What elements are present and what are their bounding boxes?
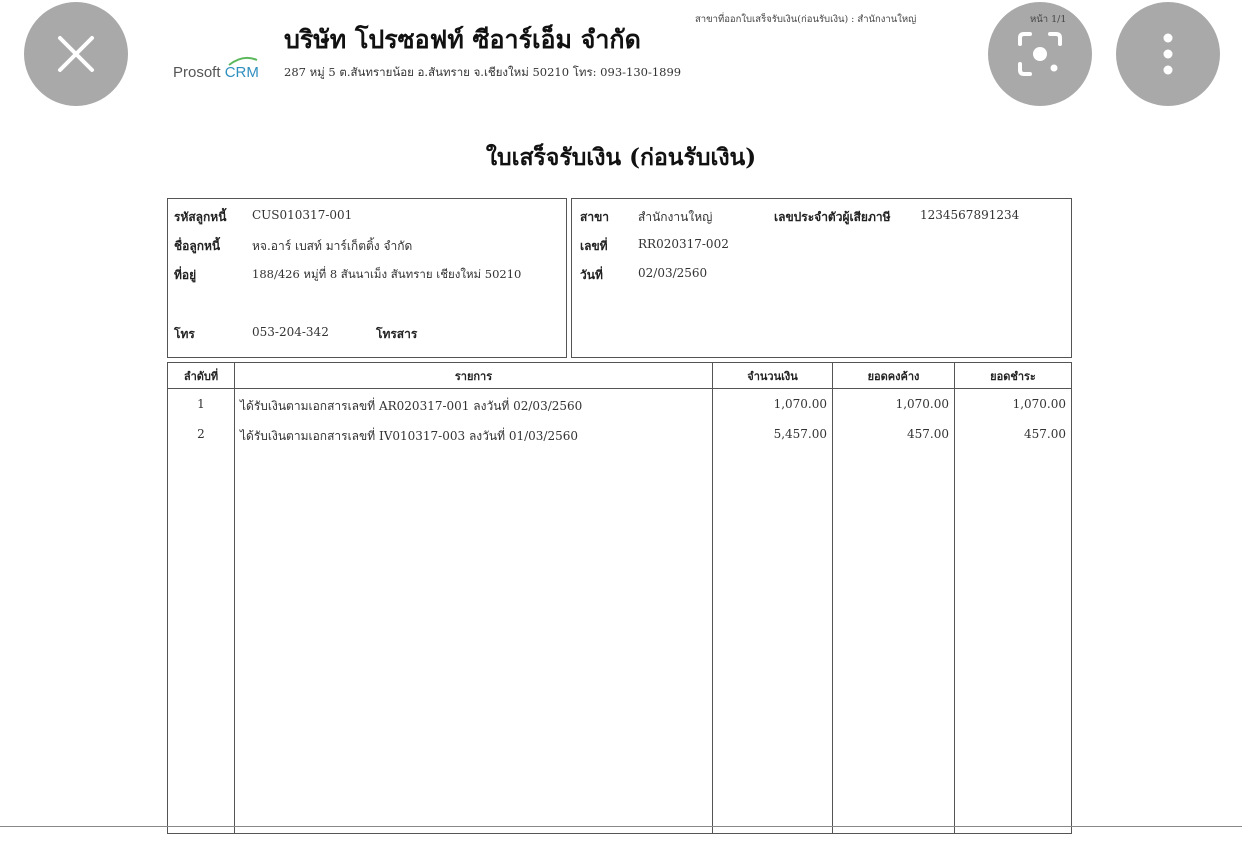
- customer-name: หจ.อาร์ เบสท์ มาร์เก็ตติ้ง จำกัด: [252, 239, 413, 253]
- company-name: บริษัท โปรซอฟท์ ซีอาร์เอ็ม จำกัด: [284, 25, 641, 54]
- receipt-number: RR020317-002: [638, 237, 729, 251]
- close-icon: [58, 36, 94, 72]
- branch-value: สำนักงานใหญ่: [638, 210, 713, 224]
- tax-id-label: เลขประจำตัวผู้เสียภาษี: [774, 210, 891, 224]
- table-row-outstanding: 457.00: [907, 427, 949, 441]
- more-options-button[interactable]: [1116, 2, 1220, 106]
- customer-phone: 053-204-342: [252, 325, 329, 339]
- table-row-outstanding: 1,070.00: [895, 397, 949, 411]
- logo-prefix: Prosoft: [173, 64, 221, 81]
- more-vertical-icon: [1163, 33, 1173, 75]
- bottom-divider: [0, 826, 1242, 827]
- table-row-no: 2: [197, 427, 205, 441]
- header-outstanding: ยอดคงค้าง: [867, 370, 920, 383]
- table-row-no: 1: [197, 397, 205, 411]
- receipt-info-box: สาขา สำนักงานใหญ่ เลขประจำตัวผู้เสียภาษี…: [571, 198, 1072, 358]
- receipt-date: 02/03/2560: [638, 266, 708, 280]
- customer-code-label: รหัสลูกหนี้: [174, 210, 227, 224]
- issuing-branch: สาขาที่ออกใบเสร็จรับเงิน(ก่อนรับเงิน) : …: [695, 14, 917, 25]
- receipt-date-label: วันที่: [580, 268, 603, 282]
- header-item: รายการ: [454, 370, 493, 383]
- header-paid: ยอดชำระ: [990, 370, 1036, 383]
- table-row-item: ได้รับเงินตามเอกสารเลขที่ AR020317-001 ล…: [240, 399, 583, 413]
- customer-fax-label: โทรสาร: [376, 327, 418, 341]
- table-row-paid: 457.00: [1024, 427, 1066, 441]
- page-number: หน้า 1/1: [1030, 14, 1067, 25]
- table-row-paid: 1,070.00: [1012, 397, 1066, 411]
- line-items-table: ลำดับที่ รายการ จำนวนเงิน ยอดคงค้าง ยอดช…: [167, 362, 1072, 834]
- customer-address-label: ที่อยู่: [174, 268, 197, 282]
- receipt-number-label: เลขที่: [580, 239, 608, 253]
- branch-label: สาขา: [580, 210, 610, 224]
- header-amount: จำนวนเงิน: [747, 370, 798, 383]
- company-address: 287 หมู่ 5 ต.สันทรายน้อย อ.สันทราย จ.เชี…: [284, 65, 682, 79]
- customer-name-label: ชื่อลูกหนี้: [174, 239, 221, 253]
- company-logo: Prosoft CRM: [173, 64, 259, 81]
- customer-code: CUS010317-001: [252, 208, 353, 222]
- customer-address: 188/426 หมู่ที่ 8 สันนาเม็ง สันทราย เชีย…: [252, 267, 522, 281]
- document-title: ใบเสร็จรับเงิน (ก่อนรับเงิน): [485, 144, 757, 171]
- customer-phone-label: โทร: [174, 327, 195, 341]
- table-row-amount: 5,457.00: [773, 427, 827, 441]
- logo-suffix: CRM: [224, 64, 259, 81]
- tax-id-value: 1234567891234: [920, 208, 1020, 222]
- table-row-amount: 1,070.00: [773, 397, 827, 411]
- header-no: ลำดับที่: [183, 370, 219, 383]
- close-button[interactable]: [24, 2, 128, 106]
- table-row-item: ได้รับเงินตามเอกสารเลขที่ IV010317-003 ล…: [240, 429, 578, 443]
- lens-search-icon: [1018, 32, 1062, 76]
- customer-info-box: รหัสลูกหนี้ CUS010317-001 ชื่อลูกหนี้ หจ…: [167, 198, 567, 358]
